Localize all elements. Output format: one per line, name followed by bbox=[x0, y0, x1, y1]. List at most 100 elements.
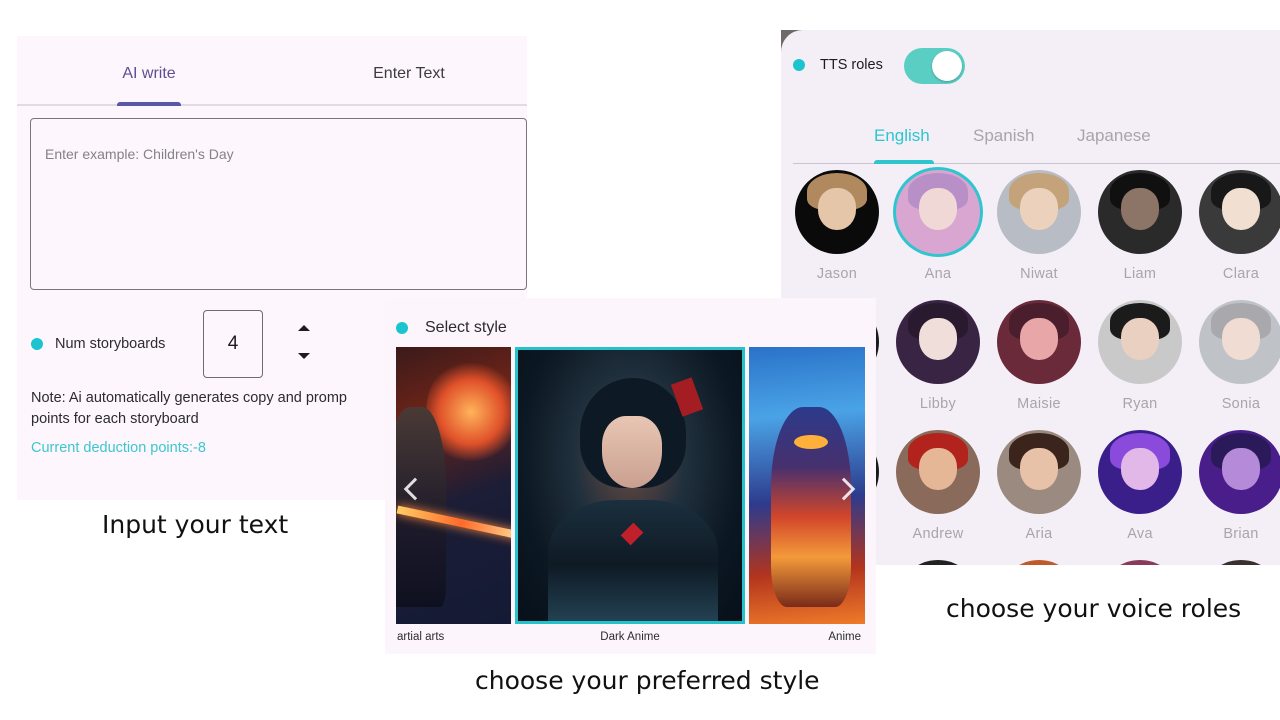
toggle-knob bbox=[932, 51, 962, 81]
voice-avatar bbox=[997, 430, 1081, 514]
voice-avatar bbox=[1199, 170, 1280, 254]
avatar-face bbox=[1120, 188, 1160, 231]
voice-item[interactable]: Niwat bbox=[994, 170, 1084, 282]
bullet-dot-icon bbox=[396, 322, 408, 334]
tts-roles-toggle[interactable] bbox=[904, 48, 965, 84]
tab-english[interactable]: English bbox=[874, 126, 930, 146]
voice-avatar bbox=[1098, 560, 1182, 565]
avatar-face bbox=[1221, 188, 1261, 231]
voice-name: Maisie bbox=[1017, 396, 1061, 412]
voice-item[interactable]: Clara bbox=[1196, 170, 1280, 282]
avatar-face bbox=[817, 188, 857, 231]
voice-item[interactable]: Ana bbox=[893, 170, 983, 282]
note-line-1: Note: Ai automatically generates copy an… bbox=[31, 390, 347, 406]
deduction-points: Current deduction points:-8 bbox=[31, 440, 206, 456]
voice-avatar bbox=[795, 170, 879, 254]
style-label: artial arts bbox=[397, 631, 445, 643]
voice-avatar bbox=[997, 170, 1081, 254]
voice-avatar bbox=[1199, 300, 1280, 384]
avatar-face bbox=[1120, 318, 1160, 361]
tts-roles-label: TTS roles bbox=[820, 57, 883, 73]
voice-item[interactable]: Maisie bbox=[994, 300, 1084, 412]
style-label: Anime bbox=[828, 631, 861, 643]
voice-name: Ryan bbox=[1122, 396, 1158, 412]
avatar-face bbox=[918, 448, 958, 491]
voice-avatar bbox=[997, 560, 1081, 565]
tab-japanese[interactable]: Japanese bbox=[1077, 126, 1151, 146]
avatar-face bbox=[1221, 448, 1261, 491]
voice-item[interactable]: Liam bbox=[1095, 170, 1185, 282]
voice-avatar bbox=[896, 560, 980, 565]
voice-avatar bbox=[997, 300, 1081, 384]
avatar-face bbox=[918, 188, 958, 231]
voice-avatar bbox=[896, 300, 980, 384]
voice-item-partial[interactable] bbox=[893, 560, 983, 565]
decrement-arrow-icon[interactable] bbox=[297, 350, 311, 362]
voice-name: Niwat bbox=[1020, 266, 1058, 282]
face-art bbox=[602, 416, 662, 488]
avatar-face bbox=[1019, 188, 1059, 231]
note-line-2: points for each storyboard bbox=[31, 411, 199, 427]
voice-avatar bbox=[1199, 560, 1280, 565]
voice-avatar bbox=[1098, 170, 1182, 254]
voice-name: Ava bbox=[1127, 526, 1153, 542]
tab-spanish[interactable]: Spanish bbox=[973, 126, 1034, 146]
voice-item[interactable]: Jason bbox=[792, 170, 882, 282]
voice-item[interactable]: Brian bbox=[1196, 430, 1280, 542]
avatar-face bbox=[1019, 318, 1059, 361]
num-storyboards-row: Num storyboards 4 bbox=[31, 310, 391, 378]
bullet-dot-icon bbox=[31, 338, 43, 350]
prompt-field-container bbox=[30, 118, 527, 290]
voice-item[interactable]: Libby bbox=[893, 300, 983, 412]
voice-item[interactable]: Aria bbox=[994, 430, 1084, 542]
input-mode-tabs: AI write Enter Text bbox=[17, 36, 527, 106]
voice-item[interactable]: Sonia bbox=[1196, 300, 1280, 412]
select-style-title: Select style bbox=[425, 319, 507, 336]
caption-preferred-style: choose your preferred style bbox=[475, 666, 820, 695]
avatar-face bbox=[918, 318, 958, 361]
avatar-face bbox=[1221, 318, 1261, 361]
active-language-indicator bbox=[874, 160, 934, 164]
voice-item-partial[interactable] bbox=[994, 560, 1084, 565]
caption-input-text: Input your text bbox=[102, 510, 289, 539]
voice-item[interactable]: Ryan bbox=[1095, 300, 1185, 412]
active-tab-indicator bbox=[117, 102, 181, 106]
tab-ai-write[interactable]: AI write bbox=[117, 65, 181, 83]
voice-avatar bbox=[1199, 430, 1280, 514]
voice-item-partial[interactable] bbox=[1196, 560, 1280, 565]
tts-roles-row: TTS roles bbox=[793, 48, 993, 84]
increment-arrow-icon[interactable] bbox=[297, 322, 311, 334]
avatar-face bbox=[1120, 448, 1160, 491]
voice-avatar bbox=[896, 430, 980, 514]
avatar-face bbox=[1019, 448, 1059, 491]
voice-item[interactable]: Andrew bbox=[893, 430, 983, 542]
language-tabs: English Spanish Japanese bbox=[793, 116, 1280, 164]
voice-name: Aria bbox=[1025, 526, 1053, 542]
voice-avatar bbox=[896, 170, 980, 254]
bullet-dot-icon bbox=[793, 59, 805, 71]
voice-item[interactable]: Ava bbox=[1095, 430, 1185, 542]
style-label: Dark Anime bbox=[600, 631, 660, 643]
dress-art bbox=[548, 500, 718, 621]
voice-avatar bbox=[1098, 300, 1182, 384]
voice-avatar bbox=[1098, 430, 1182, 514]
voice-name: Ana bbox=[924, 266, 952, 282]
style-header: Select style bbox=[396, 318, 596, 338]
voice-name: Brian bbox=[1223, 526, 1259, 542]
voice-name: Libby bbox=[919, 396, 957, 412]
voice-name: Andrew bbox=[912, 526, 964, 542]
voice-name: Liam bbox=[1123, 266, 1157, 282]
style-card-dark-anime[interactable] bbox=[515, 347, 745, 624]
voice-name: Jason bbox=[816, 266, 858, 282]
voice-item-partial[interactable] bbox=[1095, 560, 1185, 565]
prompt-input[interactable] bbox=[31, 119, 526, 289]
note-text: Note: Ai automatically generates copy an… bbox=[31, 388, 391, 430]
voice-name: Sonia bbox=[1221, 396, 1261, 412]
num-storyboards-label: Num storyboards bbox=[55, 336, 166, 352]
style-panel: Select style artial arts Dark Anime Anim… bbox=[385, 298, 876, 654]
caption-voice-roles: choose your voice roles bbox=[946, 594, 1242, 623]
voice-name: Clara bbox=[1222, 266, 1260, 282]
tab-enter-text[interactable]: Enter Text bbox=[357, 65, 461, 83]
monster-face-art bbox=[794, 435, 828, 449]
num-storyboards-input[interactable]: 4 bbox=[203, 310, 263, 378]
